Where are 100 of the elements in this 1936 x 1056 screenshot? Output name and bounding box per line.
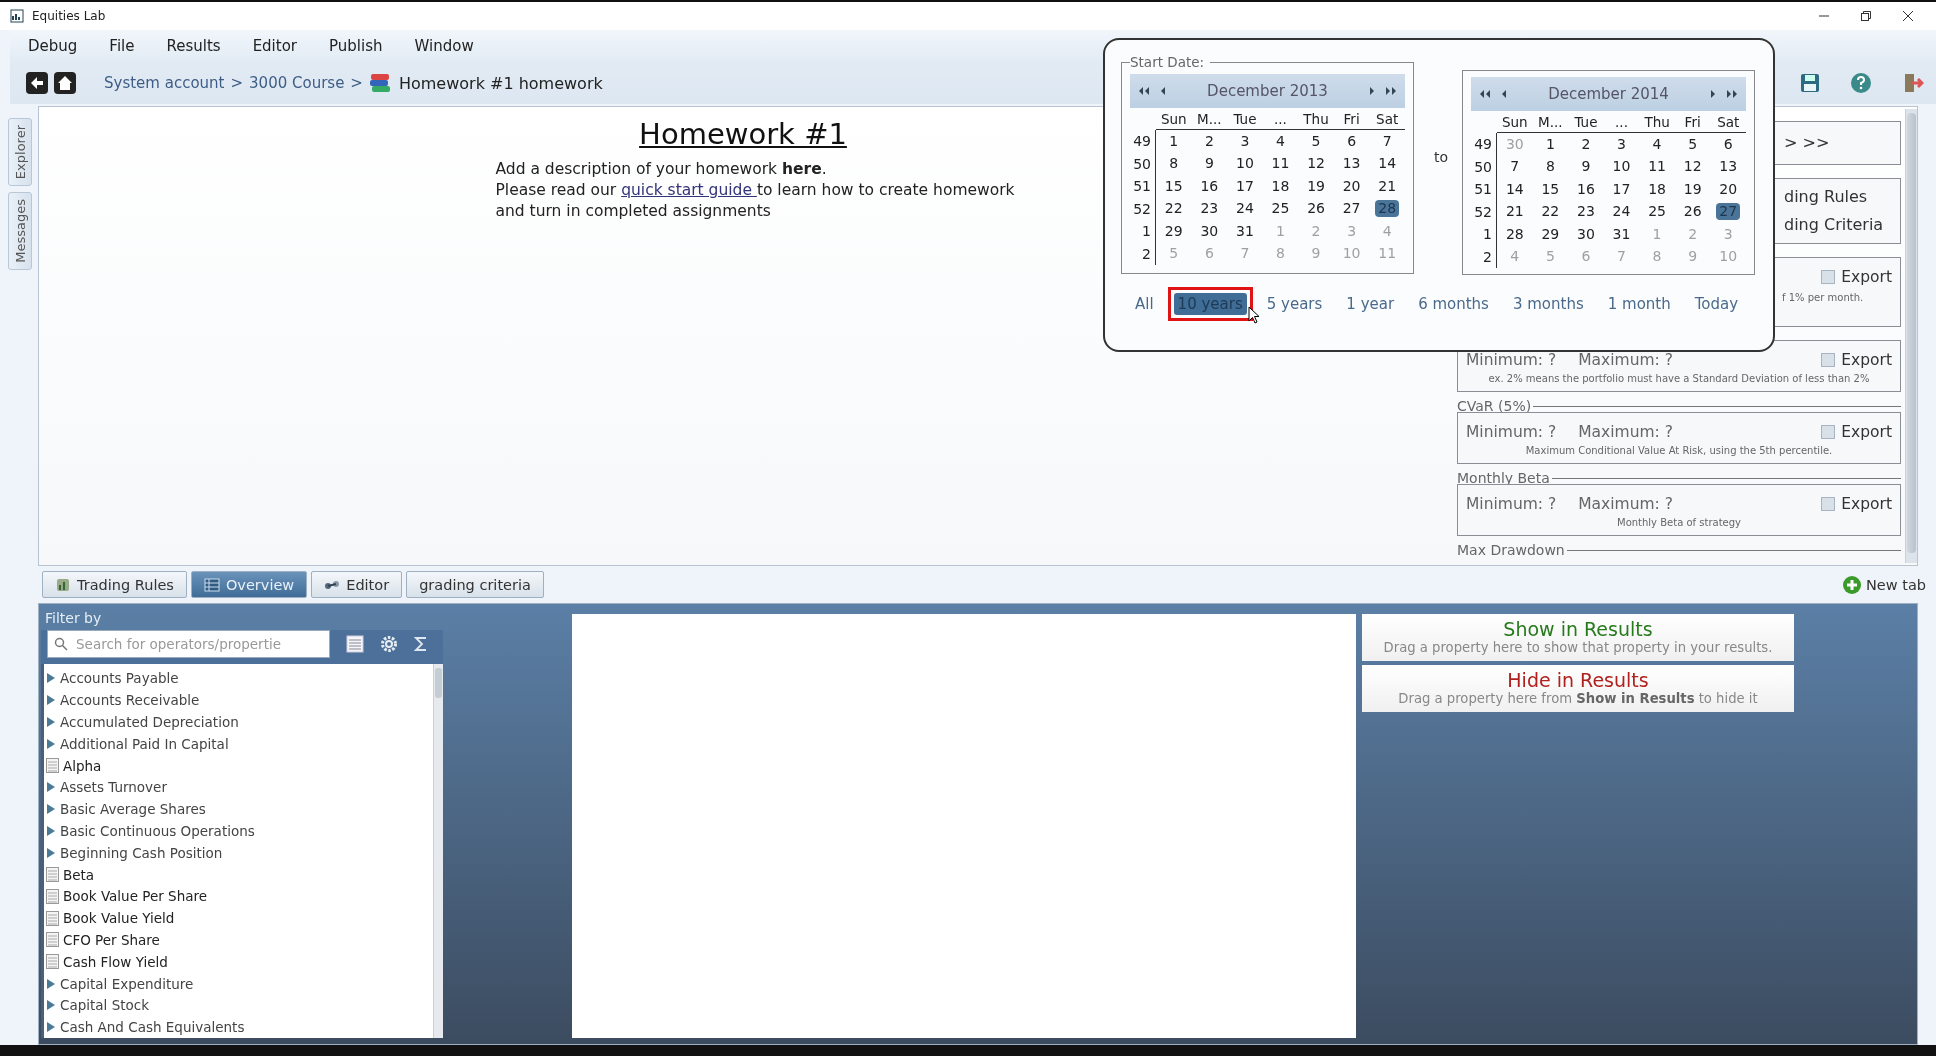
calendar-day[interactable]: 7 [1507,158,1523,176]
property-item[interactable]: Capital Stock [44,994,433,1017]
new-tab-button[interactable]: New tab [1836,573,1932,596]
calendar-day[interactable]: 25 [1268,200,1293,218]
property-item[interactable]: Beginning Cash Position [44,841,433,864]
settings-icon[interactable] [380,635,398,654]
scrollbar[interactable] [1905,109,1917,563]
calendar-day[interactable]: 3 [1237,132,1253,150]
calendar-day[interactable]: 7 [1379,132,1395,150]
property-item[interactable]: Book Value Yield [44,907,433,929]
property-item[interactable]: CFO Per Share [44,929,433,951]
calendar-day[interactable]: 16 [1574,180,1598,198]
calendar-day[interactable]: 31 [1609,225,1634,243]
export-checkbox[interactable]: Export [1821,495,1892,513]
calendar-day[interactable]: 6 [1720,135,1736,153]
menu-item[interactable]: Window [404,37,484,55]
export-checkbox[interactable]: Export [1821,423,1892,441]
sigma-icon[interactable] [414,636,428,653]
table-icon[interactable] [346,635,364,654]
calendar-day[interactable]: 12 [1304,155,1328,173]
side-tab[interactable]: Explorer [8,118,32,187]
side-tab[interactable]: Messages [8,192,32,270]
calendar-day[interactable]: 17 [1609,180,1634,198]
calendar-day[interactable]: 21 [1502,203,1527,221]
calendar-day[interactable]: 5 [1308,132,1324,150]
range-button[interactable]: 1 month [1603,293,1675,315]
previous-year-icon[interactable] [1138,86,1150,96]
home-icon[interactable] [54,72,76,94]
calendar-day[interactable]: 18 [1268,177,1293,195]
breadcrumb-link[interactable]: 3000 Course [249,74,345,92]
next-year-icon[interactable] [1726,89,1738,99]
tab[interactable]: Editor [311,571,403,599]
property-item[interactable]: Assets Turnover [44,776,433,799]
next-month-icon[interactable] [1710,89,1716,99]
property-item[interactable]: Alpha [44,754,433,777]
breadcrumb-link[interactable]: System account [104,74,225,92]
quick-start-link[interactable]: quick start guide [621,181,757,199]
export-checkbox[interactable]: Export [1821,351,1892,369]
calendar-day[interactable]: 4 [1273,132,1288,150]
calendar-day[interactable]: 18 [1645,180,1669,198]
export-checkbox[interactable]: Export [1821,268,1892,286]
previous-month-icon[interactable] [1501,89,1508,99]
calendar-day[interactable]: 24 [1609,203,1634,221]
range-button[interactable]: 1 year [1342,293,1399,315]
checkbox[interactable] [1821,425,1836,439]
calendar-day[interactable]: 20 [1339,177,1364,195]
menu-item[interactable]: File [99,37,145,55]
calendar-day[interactable]: 19 [1680,180,1705,198]
calendar-day[interactable]: 12 [1680,158,1705,176]
range-button[interactable]: 3 months [1508,293,1588,315]
calendar-day[interactable]: 8 [1542,158,1558,176]
calendar-day[interactable]: 20 [1716,180,1741,198]
calendar-day[interactable]: 2 [1201,132,1217,150]
property-item[interactable]: Book Value Per Share [44,885,433,908]
calendar-day[interactable]: 10 [1609,158,1634,176]
calendar-day[interactable]: 24 [1233,200,1257,218]
checkbox[interactable] [1821,270,1836,284]
calendar-day[interactable]: 28 [1502,225,1527,243]
checkbox[interactable] [1821,353,1836,367]
calendar-day[interactable]: 29 [1538,225,1563,243]
property-item[interactable]: Capital Expenditure [44,972,433,995]
property-item[interactable]: Cash Flow Yield [44,950,433,973]
previous-month-icon[interactable] [1160,86,1166,96]
exit-icon[interactable] [1902,72,1924,94]
calendar-day[interactable]: 16 [1197,177,1222,195]
property-item[interactable]: Additional Paid In Capital [44,732,433,755]
range-button[interactable]: Today [1690,293,1743,315]
tab[interactable]: grading criteria [406,571,544,599]
calendar-day[interactable]: 9 [1578,158,1594,176]
next-year-icon[interactable] [1384,86,1397,96]
calendar-day[interactable]: 11 [1268,155,1293,173]
calendar-day[interactable]: 26 [1304,200,1328,218]
calendar-day[interactable]: 29 [1161,222,1186,240]
calendar-day[interactable]: 13 [1339,155,1364,173]
save-icon[interactable] [1800,73,1820,93]
menu-item[interactable]: Debug [18,37,88,55]
calendar-day[interactable]: 23 [1197,200,1222,218]
menu-item[interactable]: Publish [319,37,393,55]
tab[interactable]: Trading Rules [42,571,187,599]
calendar-day[interactable]: 30 [1574,225,1598,243]
menu-item[interactable]: Editor [242,37,308,55]
checkbox[interactable] [1821,497,1836,511]
calendar-day[interactable]: 4 [1649,135,1665,153]
calendar-day[interactable]: 3 [1614,135,1629,153]
property-item[interactable]: Basic Continuous Operations [44,820,433,842]
calendar-day[interactable]: 2 [1578,135,1594,153]
property-item[interactable]: Accounts Payable [44,667,433,690]
calendar-day[interactable]: 26 [1680,203,1705,221]
calendar-day[interactable]: 14 [1502,180,1527,198]
next-month-icon[interactable] [1368,86,1375,96]
range-button[interactable]: All [1131,293,1158,315]
calendar-day[interactable]: 15 [1538,180,1563,198]
property-item[interactable]: Beta [44,863,433,886]
help-icon[interactable] [1850,72,1872,94]
calendar-day[interactable]: 1 [1166,132,1182,150]
calendar-day[interactable]: 13 [1716,158,1741,176]
range-button[interactable]: 5 years [1262,293,1327,315]
calendar-day[interactable]: 31 [1233,222,1257,240]
property-item[interactable]: Cash And Cash Equivalents [44,1016,433,1038]
range-button[interactable]: 6 months [1414,293,1493,315]
